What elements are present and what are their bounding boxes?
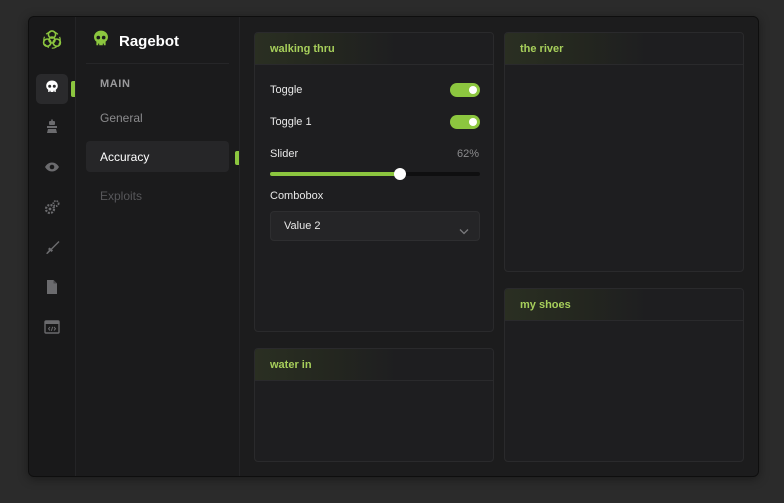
sub-navigation: Ragebot MAIN General Accuracy Exploits [76, 17, 240, 476]
panel-title: the river [520, 43, 564, 55]
code-window-icon [44, 319, 60, 340]
brand-title: Ragebot [119, 32, 179, 50]
toggle-knob [469, 118, 477, 126]
panel-header: walking thru [255, 33, 493, 65]
rifle-icon [44, 239, 60, 260]
slider-thumb[interactable] [394, 168, 407, 180]
rail-ragebot-button[interactable] [36, 74, 68, 104]
rail-configs-button[interactable] [36, 274, 68, 304]
slider-label: Slider [270, 148, 299, 160]
slider[interactable] [270, 168, 480, 180]
icon-rail [29, 17, 76, 476]
subnav-item-exploits[interactable]: Exploits [86, 180, 229, 211]
subnav-item-label: General [100, 111, 143, 125]
panel-header: water in [255, 349, 493, 381]
biohazard-icon [41, 28, 63, 50]
skull-icon [92, 29, 110, 53]
slider-fill [270, 172, 401, 176]
content-area: walking thru Toggle Toggle 1 Slider 62% … [240, 17, 758, 476]
subnav-item-label: Exploits [100, 189, 143, 203]
brand: Ragebot [92, 29, 179, 53]
panel-title: walking thru [270, 43, 335, 55]
panel-walking-thru: walking thru Toggle Toggle 1 Slider 62% … [254, 32, 494, 332]
subnav-item-general[interactable]: General [86, 102, 229, 133]
panel-title: my shoes [520, 299, 571, 311]
eye-icon [44, 159, 60, 180]
skull-icon [44, 79, 60, 100]
gears-icon [44, 199, 60, 220]
toggle-switch[interactable] [450, 83, 480, 97]
panel-header: the river [505, 33, 743, 65]
toggle-label: Toggle [270, 84, 303, 96]
combobox-label: Combobox [270, 190, 324, 202]
turret-icon [44, 119, 60, 140]
file-icon [44, 279, 60, 300]
subnav-item-label: Accuracy [100, 150, 150, 164]
divider [86, 63, 229, 64]
panel-header: my shoes [505, 289, 743, 321]
slider-value: 62% [456, 148, 479, 160]
toggle-1-label: Toggle 1 [270, 116, 312, 128]
subnav-active-indicator [235, 151, 239, 165]
panel-water-in: water in [254, 348, 494, 462]
chevron-down-icon [459, 222, 469, 240]
combobox-value: Value 2 [284, 220, 321, 232]
app-window: Ragebot MAIN General Accuracy Exploits w… [28, 16, 759, 477]
rail-visuals-button[interactable] [36, 154, 68, 184]
panel-my-shoes: my shoes [504, 288, 744, 462]
subnav-item-accuracy[interactable]: Accuracy [86, 141, 229, 172]
toggle-knob [469, 86, 477, 94]
rail-skins-button[interactable] [36, 234, 68, 264]
panel-title: water in [270, 359, 312, 371]
panel-the-river: the river [504, 32, 744, 272]
section-label: MAIN [100, 78, 131, 90]
rail-scripts-button[interactable] [36, 314, 68, 344]
toggle-1-switch[interactable] [450, 115, 480, 129]
rail-misc-button[interactable] [36, 194, 68, 224]
combobox[interactable]: Value 2 [270, 211, 480, 241]
rail-antiaim-button[interactable] [36, 114, 68, 144]
rail-active-indicator [71, 81, 75, 97]
